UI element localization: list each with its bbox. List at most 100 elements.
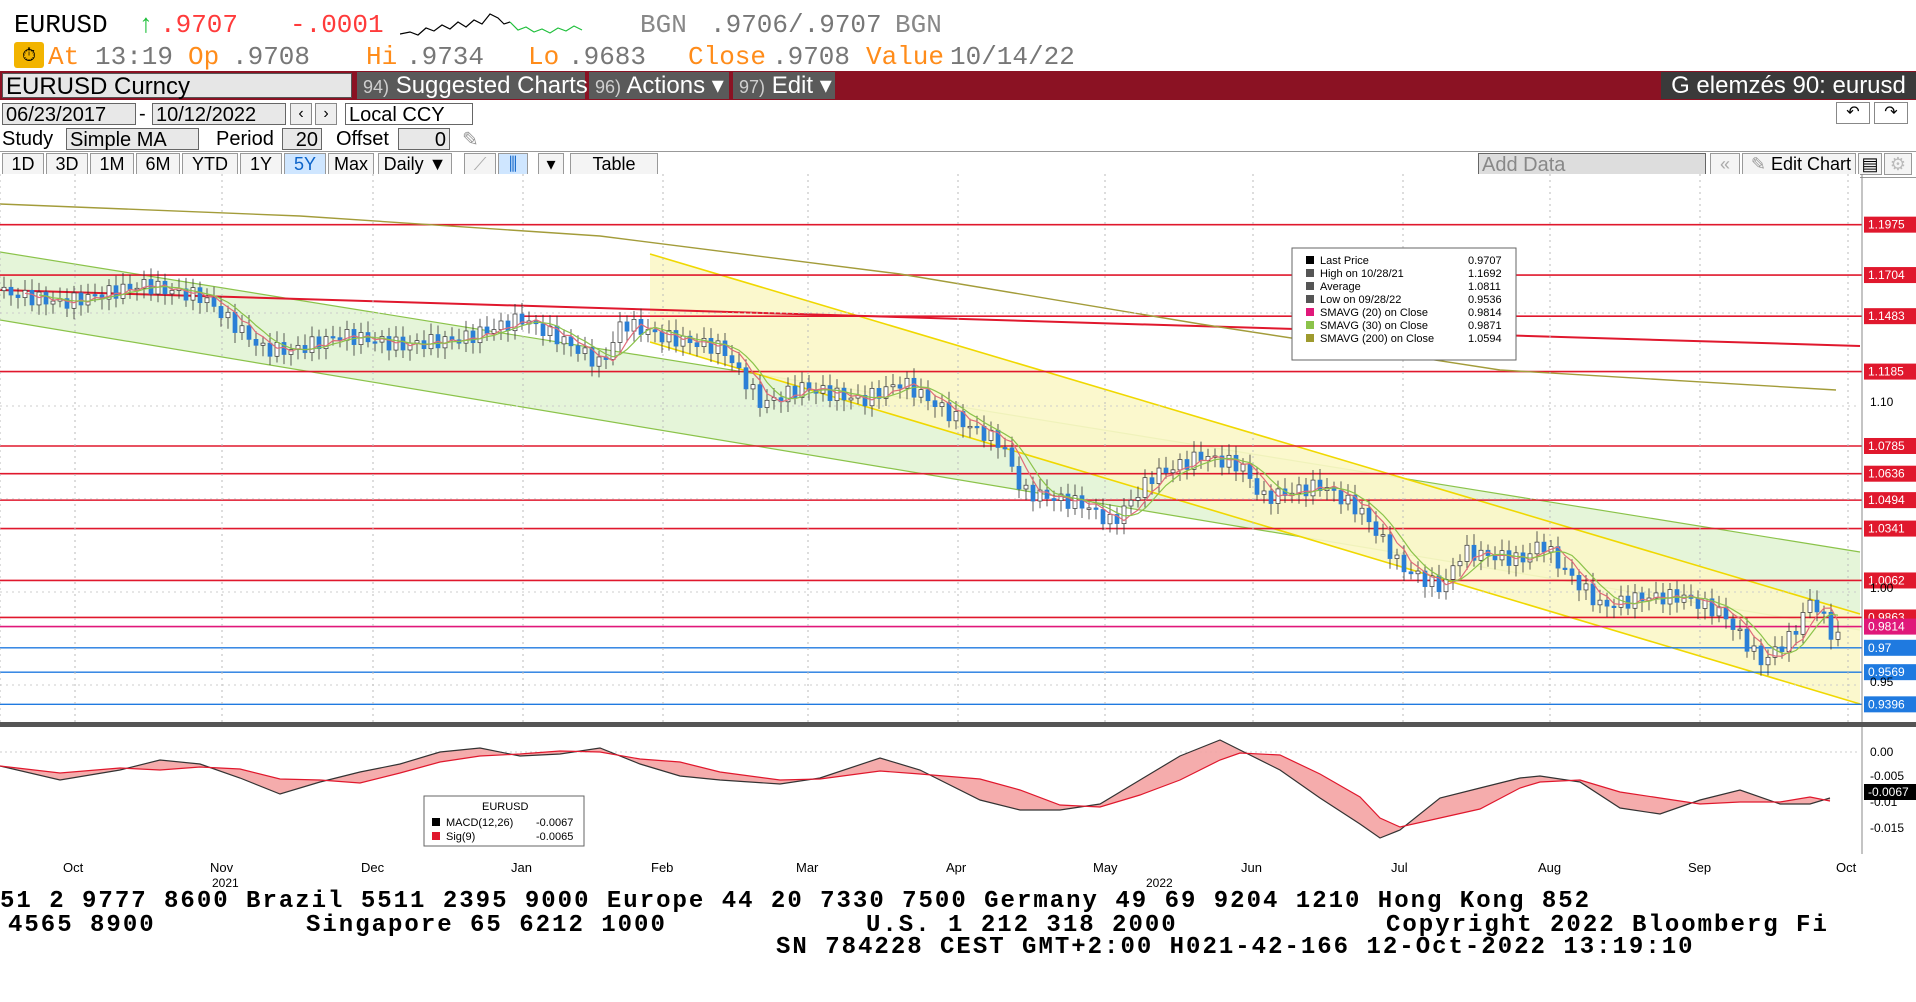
analysis-panel-title[interactable]: G elemzés 90: eurusd	[1661, 72, 1916, 99]
tape-line-2a: 4565 8900	[8, 912, 156, 939]
edit-chart-label: Edit Chart	[1770, 154, 1851, 174]
pencil-icon[interactable]: ✎	[462, 127, 479, 152]
candle-body	[848, 397, 854, 401]
candle-body	[1611, 605, 1617, 608]
candle-body	[1800, 612, 1806, 635]
period-3d[interactable]: 3D	[46, 153, 88, 175]
table-button[interactable]: Table	[570, 153, 658, 175]
candle-body	[918, 389, 924, 398]
chart-type-dropdown-icon[interactable]: ▾	[538, 153, 564, 175]
legend-label: SMAVG (20) on Close	[1320, 307, 1428, 319]
line-chart-icon[interactable]: ⟋	[464, 153, 496, 175]
candle-body	[1198, 451, 1204, 462]
redo-icon[interactable]: ↷	[1874, 102, 1908, 124]
candle-body	[743, 367, 749, 390]
candle-body	[617, 321, 623, 343]
candle-body	[78, 292, 84, 306]
candle-body	[1268, 490, 1274, 504]
period-1y[interactable]: 1Y	[240, 153, 282, 175]
price-chart[interactable]: 1.1975 1.1704 1.1483 1.1185 1.0785 1.0636 1.04…	[0, 174, 1916, 890]
study-select[interactable]: Simple MA	[66, 128, 199, 151]
level-label: 0.9396	[1868, 697, 1905, 711]
candle-body	[1744, 628, 1750, 652]
edit-chart-button[interactable]: ✎ Edit Chart	[1742, 153, 1856, 175]
candle-body	[1387, 534, 1393, 559]
macd-tick-0: 0.00	[1870, 745, 1894, 759]
end-date-field[interactable]: 10/12/2022	[152, 103, 286, 126]
candle-body	[351, 329, 357, 345]
candle-body	[197, 287, 203, 304]
candle-body	[1317, 479, 1323, 491]
chevron-right-icon[interactable]: ›	[315, 103, 337, 125]
offset-field[interactable]: 0	[398, 128, 450, 151]
chevron-left-icon[interactable]: ‹	[290, 103, 312, 125]
period-max[interactable]: Max	[328, 153, 374, 175]
macd-legend-value: -0.0067	[536, 817, 573, 829]
up-arrow-icon: ↑	[138, 10, 154, 40]
candle-body	[1310, 479, 1316, 497]
suggested-charts-menu[interactable]: 94) Suggested Charts	[357, 72, 588, 99]
candle-body	[43, 291, 49, 305]
candle-body	[239, 325, 245, 333]
gear-icon[interactable]: ⚙	[1884, 153, 1912, 175]
month-label: Sep	[1688, 860, 1712, 875]
month-label: Oct	[1836, 860, 1857, 875]
period-field[interactable]: 20	[282, 128, 322, 151]
candle-chart-icon[interactable]: ⫼	[498, 153, 528, 175]
candle-body	[92, 294, 98, 297]
period-1m[interactable]: 1M	[90, 153, 134, 175]
period-6m[interactable]: 6M	[136, 153, 180, 175]
intraday-sparkline	[400, 13, 583, 36]
high-label: Hi	[366, 42, 398, 72]
menu-number: 97)	[739, 77, 766, 97]
candle-body	[1541, 541, 1547, 553]
period-ytd[interactable]: YTD	[182, 153, 238, 175]
period-1d[interactable]: 1D	[2, 153, 44, 175]
candle-body	[50, 300, 56, 305]
bid-source: BGN	[640, 10, 687, 40]
candle-body	[764, 399, 770, 408]
candle-body	[1261, 490, 1267, 495]
add-data-input[interactable]: Add Data	[1478, 153, 1706, 176]
candle-body	[827, 385, 833, 401]
chart-settings-icon[interactable]: ▤	[1858, 153, 1882, 175]
value-label: Value	[866, 42, 945, 72]
month-label: Feb	[651, 860, 674, 875]
candle-body	[316, 336, 322, 349]
candle-body	[1555, 546, 1561, 569]
candle-body	[1177, 459, 1183, 471]
quote-header: EURUSD ↑ .9707 -.0001 BGN .9706/.9707 BG…	[0, 8, 1916, 42]
tape-line-1: 51 2 9777 8600 Brazil 5511 2395 9000 Eur…	[0, 888, 1592, 915]
currency-select[interactable]: Local CCY	[345, 103, 473, 126]
chart-canvas[interactable]: 1.1975 1.1704 1.1483 1.1185 1.0785 1.0636 1.04…	[0, 174, 1916, 854]
undo-icon[interactable]: ↶	[1836, 102, 1870, 124]
candle-body	[1492, 555, 1498, 561]
month-label: May	[1093, 860, 1118, 875]
level-label: 1.0494	[1868, 493, 1905, 507]
candle-body	[400, 336, 406, 351]
legend-label: Average	[1320, 281, 1361, 293]
actions-menu[interactable]: 96) Actions ▾	[589, 72, 729, 99]
panel-divider[interactable]	[0, 722, 1916, 727]
candle-body	[148, 279, 154, 295]
candle-body	[1569, 568, 1575, 576]
candle-body	[582, 347, 588, 354]
legend-label: SMAVG (30) on Close	[1320, 320, 1428, 332]
legend-swatch	[1306, 282, 1314, 290]
candle-body	[729, 355, 735, 364]
start-date-field[interactable]: 06/23/2017	[2, 103, 136, 126]
candle-body	[974, 425, 980, 429]
candle-body	[1814, 599, 1820, 613]
candle-body	[1233, 454, 1239, 472]
alert-icon[interactable]: ⏱	[14, 42, 44, 68]
security-field[interactable]: EURUSD Curncy	[2, 73, 352, 99]
candle-body	[1443, 578, 1449, 593]
macd-legend-swatch	[432, 818, 440, 826]
level-label: 1.1185	[1868, 365, 1904, 379]
candle-body	[225, 311, 231, 319]
collapse-icon[interactable]: «	[1710, 153, 1740, 175]
period-5y[interactable]: 5Y	[284, 153, 326, 175]
candle-body	[309, 336, 315, 353]
frequency-select[interactable]: Daily ▼	[378, 153, 452, 175]
edit-menu[interactable]: 97) Edit ▾	[733, 72, 835, 99]
